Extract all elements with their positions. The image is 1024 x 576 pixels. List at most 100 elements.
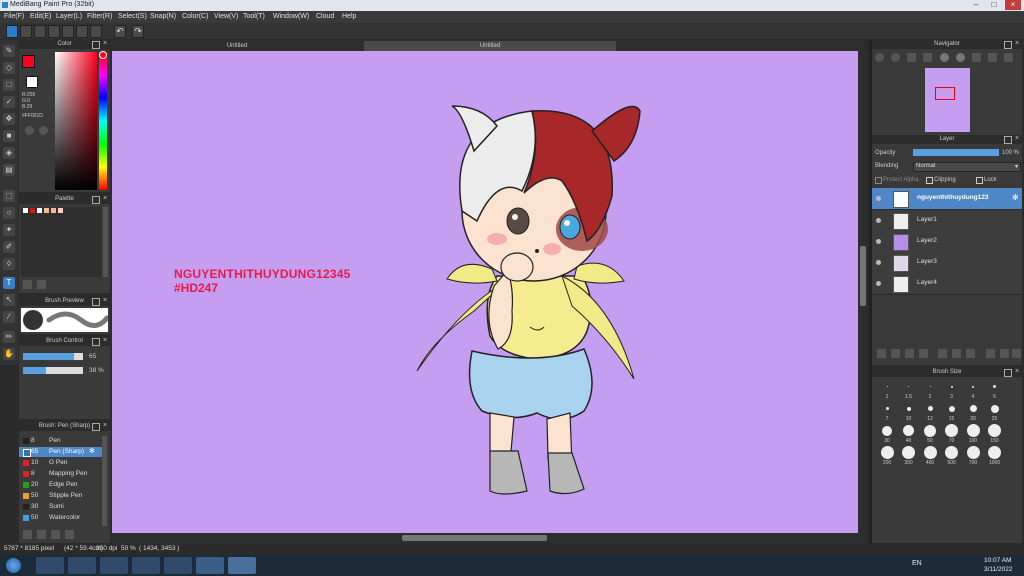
panel-close-icon[interactable]: × (102, 297, 108, 304)
brush-item-pen[interactable]: 8 Pen (19, 436, 107, 446)
palette-swatch[interactable] (23, 208, 28, 213)
eye-icon[interactable] (876, 196, 881, 201)
palette-swatch[interactable] (58, 208, 63, 213)
language-indicator[interactable]: EN (912, 560, 922, 567)
app-green-icon[interactable] (132, 557, 160, 574)
panel-close-icon[interactable]: × (1014, 135, 1020, 142)
layer-row-layer3[interactable]: Layer3 (872, 252, 1022, 274)
eyedropper-icon[interactable]: ⁄ (3, 311, 15, 323)
menu-file[interactable]: File(F) (4, 13, 24, 20)
brush-item-watercolor[interactable]: 50 Watercolor (19, 513, 107, 523)
folder-icon[interactable] (938, 349, 947, 358)
brush-add-icon[interactable] (23, 530, 32, 539)
color-sliders-icon[interactable] (39, 126, 48, 135)
zoom-out-icon[interactable] (891, 53, 900, 62)
navigator-menu-icon[interactable] (1004, 53, 1013, 62)
palette-swatch[interactable] (30, 208, 35, 213)
brush-item-mapping-pen[interactable]: 8 Mapping Pen (19, 469, 107, 479)
panel-float-icon[interactable] (92, 423, 100, 431)
line-tool-icon[interactable]: ✓ (3, 96, 15, 108)
lock-checkbox[interactable] (976, 177, 983, 184)
explorer-icon[interactable] (68, 557, 96, 574)
move-tool-icon[interactable]: ✥ (3, 113, 15, 125)
media-icon[interactable] (100, 557, 128, 574)
menu-edit[interactable]: Edit(E) (30, 13, 51, 20)
brush-size-option[interactable]: 3 (942, 380, 962, 400)
new-icon[interactable] (20, 25, 32, 38)
menu-snap[interactable]: Snap(N) (150, 13, 176, 20)
menu-view[interactable]: View(V) (214, 13, 238, 20)
zoom-in-icon[interactable] (875, 53, 884, 62)
delete-layer-icon[interactable] (1012, 349, 1021, 358)
hue-slider[interactable] (99, 52, 107, 190)
palette-scrollbar[interactable] (103, 207, 108, 277)
brush-size-option[interactable]: 15 (942, 402, 962, 422)
navigator-view-rect[interactable] (935, 87, 955, 100)
color-sv-field[interactable] (55, 52, 97, 190)
clock-time[interactable]: 10:07 AM (984, 557, 1011, 564)
palette-swatch[interactable] (37, 208, 42, 213)
panel-float-icon[interactable] (92, 338, 100, 346)
primary-color-swatch[interactable] (22, 55, 35, 68)
panel-float-icon[interactable] (92, 298, 100, 306)
dropper-icon[interactable]: ✏ (3, 331, 15, 343)
brush-opacity-slider[interactable] (23, 367, 83, 374)
vertical-scroll-thumb[interactable] (860, 246, 866, 306)
eye-icon[interactable] (876, 260, 881, 265)
duplicate-layer-icon[interactable] (986, 349, 995, 358)
panel-close-icon[interactable]: × (1014, 40, 1020, 47)
brush-size-option[interactable]: 70 (942, 424, 962, 444)
eye-icon[interactable] (876, 281, 881, 286)
brush-size-option[interactable]: 200 (877, 446, 897, 466)
panel-float-icon[interactable] (1004, 136, 1012, 144)
palette-menu-icon[interactable] (37, 280, 46, 289)
brush-list-scrollbar[interactable] (102, 436, 107, 526)
brush-size-option[interactable]: 20 (963, 402, 983, 422)
new-halftone-layer-icon[interactable] (891, 349, 900, 358)
protect-alpha-checkbox[interactable] (875, 177, 882, 184)
fill-rect-tool-icon[interactable]: ■ (3, 130, 15, 142)
layer-row-layer1[interactable]: Layer1 (872, 210, 1022, 232)
brush-size-option[interactable]: 500 (942, 446, 962, 466)
brush-size-option[interactable]: 2 (920, 380, 940, 400)
tab-untitled-2[interactable]: Untitled (364, 41, 616, 51)
menu-window[interactable]: Window(W) (273, 13, 309, 20)
brush-tool-icon[interactable]: ✎ (3, 45, 15, 57)
eraser-tool-icon[interactable]: ◇ (3, 62, 15, 74)
panel-close-icon[interactable]: × (102, 337, 108, 344)
palette-add-icon[interactable] (23, 280, 32, 289)
shape-tool-icon[interactable]: □ (3, 79, 15, 91)
magic-wand-icon[interactable]: ✦ (3, 224, 15, 236)
brush-size-option[interactable]: 150 (985, 424, 1005, 444)
brush-size-option[interactable]: 1000 (985, 446, 1005, 466)
brush-item-edge-pen[interactable]: 20 Edge Pen (19, 480, 107, 490)
start-icon[interactable] (6, 558, 21, 573)
brush-size-option[interactable]: 4 (963, 380, 983, 400)
select-eraser-icon[interactable]: ◊ (3, 258, 15, 270)
new-layer-icon[interactable] (877, 349, 886, 358)
rotate-right-icon[interactable] (956, 53, 965, 62)
panel-float-icon[interactable] (92, 196, 100, 204)
comment-icon[interactable] (48, 25, 60, 38)
horizontal-scroll-thumb[interactable] (402, 535, 547, 541)
palette-swatch[interactable] (44, 208, 49, 213)
brush-size-option[interactable]: 1.5 (899, 380, 919, 400)
gradient-tool-icon[interactable]: ▤ (3, 164, 15, 176)
brush-size-option[interactable]: 25 (985, 402, 1005, 422)
brush-size-option[interactable]: 400 (920, 446, 940, 466)
layer-opacity-slider[interactable] (913, 149, 999, 156)
operation-tool-icon[interactable]: ↖ (3, 294, 15, 306)
reset-rotation-icon[interactable] (972, 53, 981, 62)
panel-float-icon[interactable] (1004, 41, 1012, 49)
grid-icon[interactable] (62, 25, 74, 38)
menu-color[interactable]: Color(C) (182, 13, 208, 20)
brush-menu-icon[interactable] (37, 530, 46, 539)
new-8bit-layer-icon[interactable] (905, 349, 914, 358)
brush-size-option[interactable]: 1 (877, 380, 897, 400)
brush-item-g-pen[interactable]: 10 G Pen (19, 458, 107, 468)
chrome-icon[interactable] (164, 557, 192, 574)
close-icon[interactable]: × (1005, 0, 1021, 10)
panel-close-icon[interactable]: × (102, 195, 108, 202)
panel-float-icon[interactable] (92, 41, 100, 49)
brush-delete-icon[interactable] (65, 530, 74, 539)
